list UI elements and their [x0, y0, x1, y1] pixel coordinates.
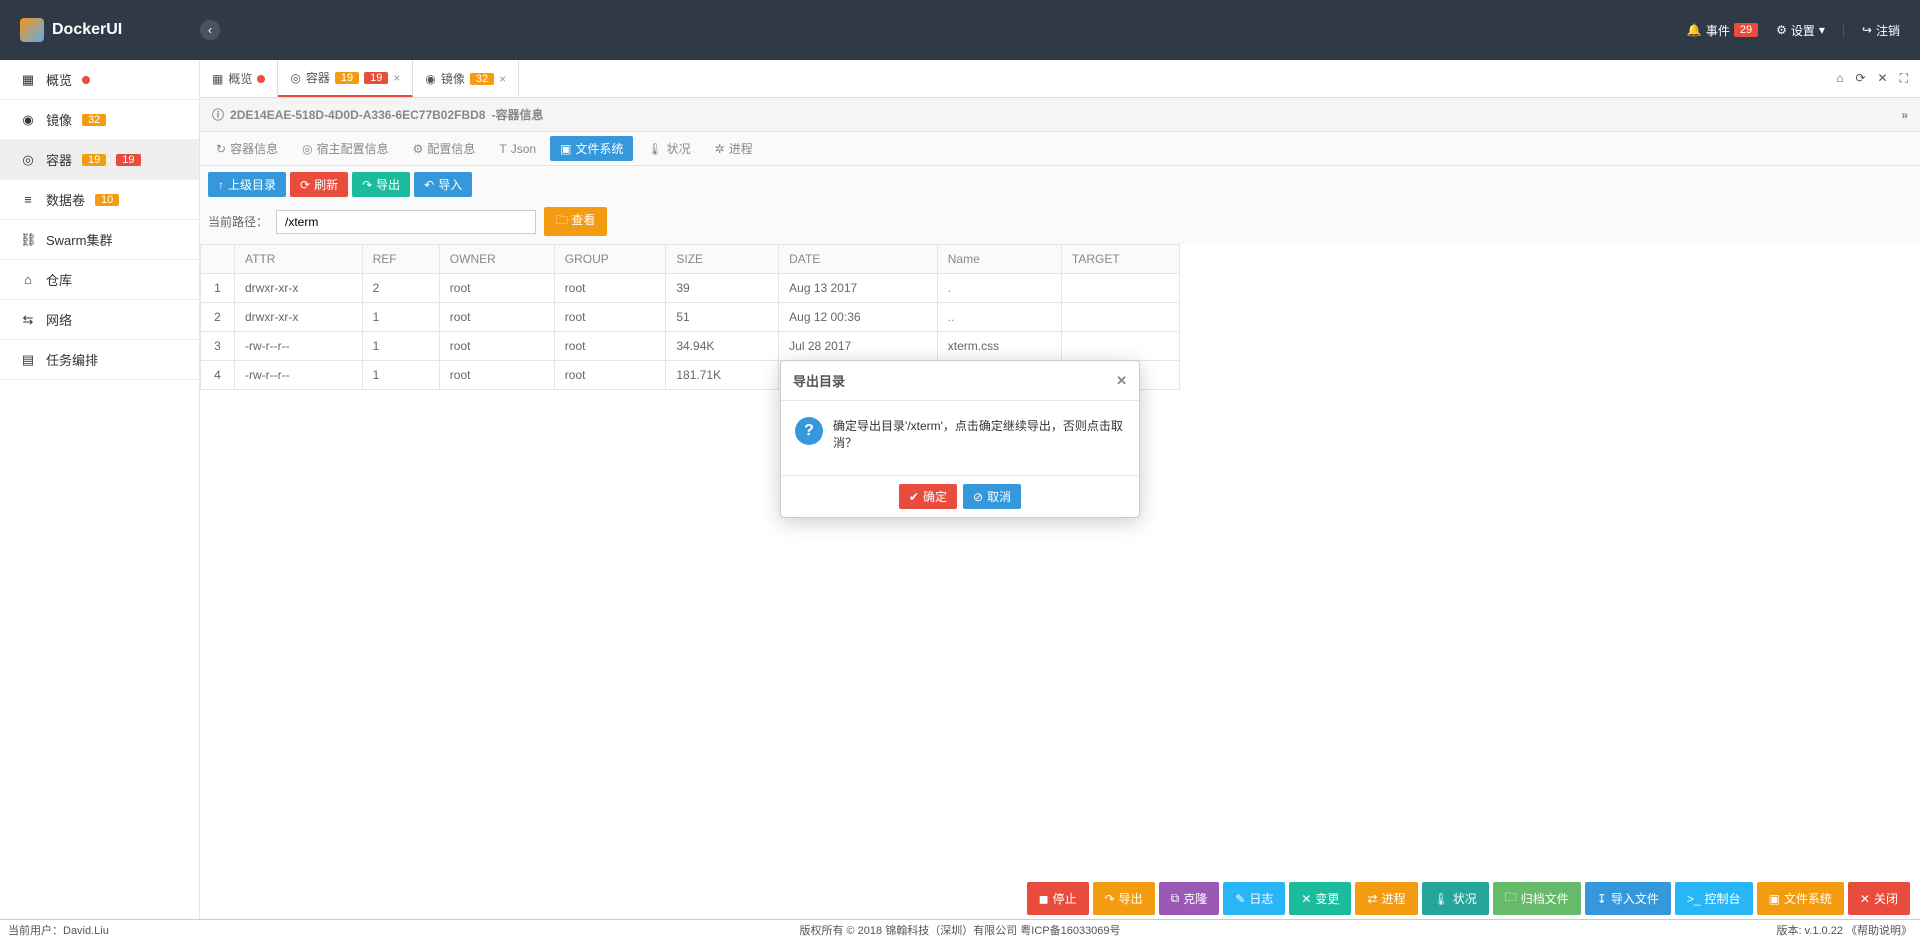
- modal-close-button[interactable]: ✕: [1116, 373, 1127, 389]
- modal-footer: ✔ 确定 ⊘ 取消: [781, 475, 1139, 517]
- question-icon: ?: [795, 417, 823, 445]
- ban-icon: ⊘: [973, 490, 983, 504]
- modal-ok-button[interactable]: ✔ 确定: [899, 484, 957, 509]
- modal-message: 确定导出目录'/xterm'，点击确定继续导出，否则点击取消？: [833, 417, 1125, 451]
- modal-header: 导出目录 ✕: [781, 361, 1139, 401]
- check-icon: ✔: [909, 490, 919, 504]
- modal-title: 导出目录: [793, 371, 845, 390]
- modal-cancel-button[interactable]: ⊘ 取消: [963, 484, 1021, 509]
- modal-body: ? 确定导出目录'/xterm'，点击确定继续导出，否则点击取消？: [781, 401, 1139, 475]
- export-modal: 导出目录 ✕ ? 确定导出目录'/xterm'，点击确定继续导出，否则点击取消？…: [780, 360, 1140, 518]
